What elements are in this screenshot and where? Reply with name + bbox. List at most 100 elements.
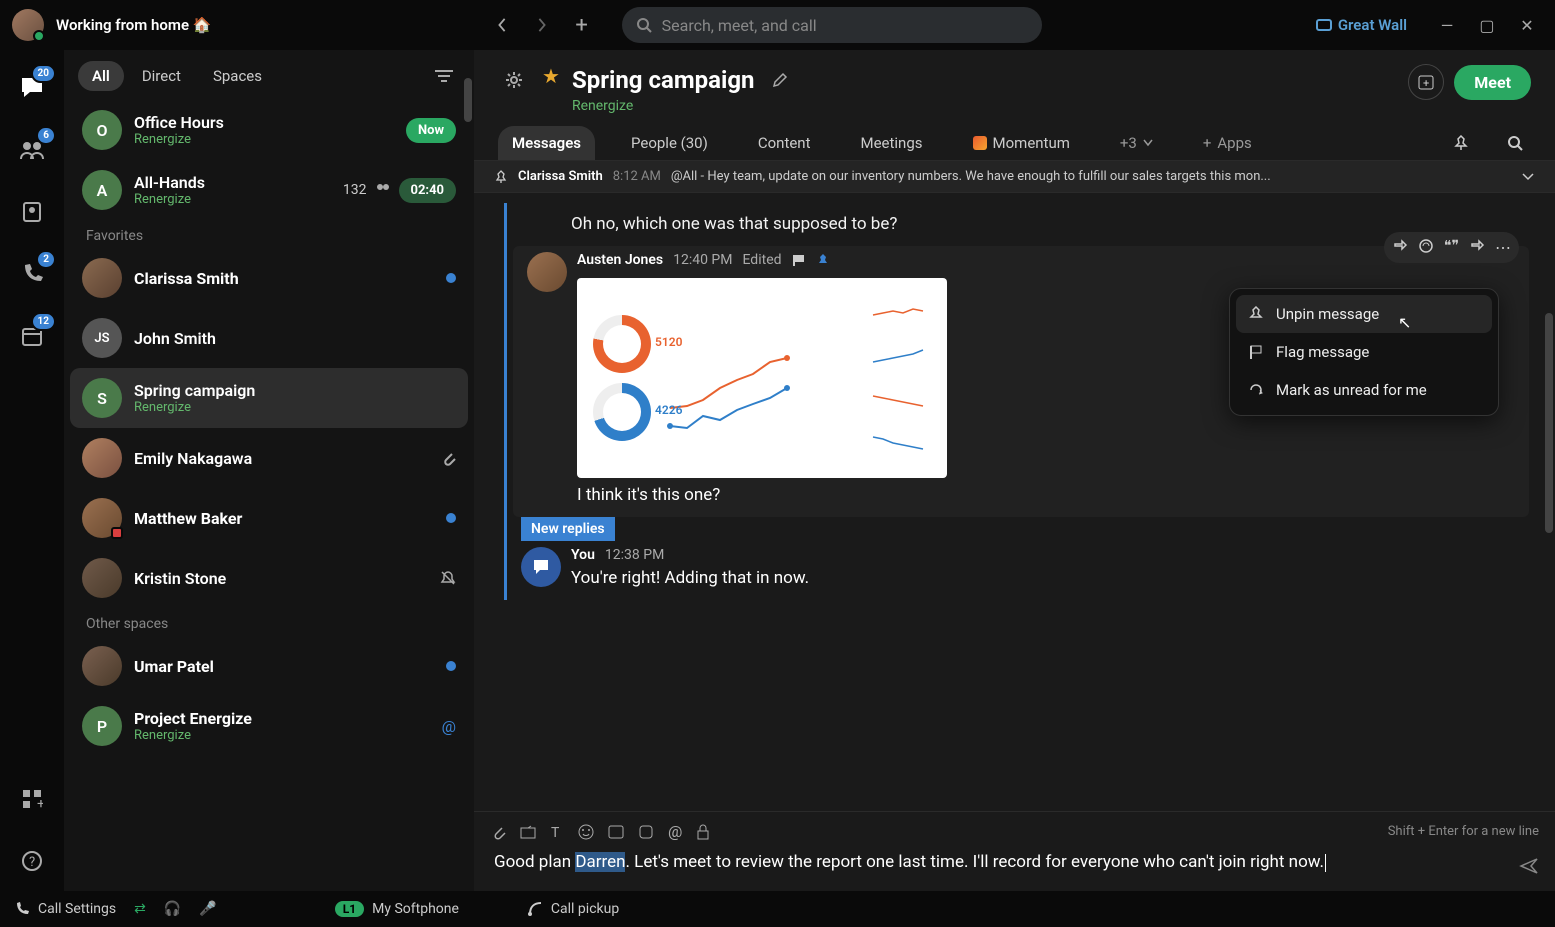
sidebar-item-matthew[interactable]: Matthew Baker	[70, 488, 468, 548]
sidebar-scrollbar[interactable]	[464, 50, 472, 891]
composer-text: . Let's meet to review the report one la…	[625, 852, 1324, 872]
channel-tab-momentum[interactable]: Momentum	[959, 126, 1084, 160]
forward-button[interactable]	[1469, 238, 1485, 257]
channel-settings-button[interactable]	[498, 64, 530, 96]
pinned-time: 8:12 AM	[613, 169, 661, 184]
chevron-down-icon	[1143, 139, 1153, 147]
channel-tab-people[interactable]: People (30)	[617, 126, 722, 160]
close-button[interactable]: ✕	[1511, 9, 1543, 41]
message-sender: You	[571, 547, 595, 563]
flag-icon	[792, 253, 806, 267]
gif-icon	[608, 825, 624, 839]
menu-flag[interactable]: Flag message	[1236, 333, 1492, 371]
attach-button[interactable]	[490, 824, 506, 840]
emoji-button[interactable]	[578, 824, 594, 840]
conversation-name: All-Hands	[134, 173, 331, 192]
sidebar-item-john[interactable]: JS John Smith	[70, 308, 468, 368]
rail-chat-button[interactable]: 20	[12, 68, 52, 108]
global-search-input[interactable]: Search, meet, and call	[622, 7, 1042, 43]
tab-all[interactable]: All	[78, 61, 124, 91]
org-name: Great Wall	[1338, 16, 1407, 34]
message-item[interactable]: Oh no, which one was that supposed to be…	[507, 203, 1535, 246]
nav-back-button[interactable]	[486, 9, 518, 41]
schedule-meeting-button[interactable]: +	[1408, 64, 1444, 100]
favorite-star-icon[interactable]: ★	[542, 64, 560, 88]
channel-tab-add-apps[interactable]: + Apps	[1189, 126, 1266, 160]
search-in-space-button[interactable]	[1499, 127, 1531, 159]
format-button[interactable]: T	[550, 824, 564, 840]
sidebar-item-project-energize[interactable]: P Project Energize Renergize @	[70, 696, 468, 756]
meet-button[interactable]: Meet	[1454, 65, 1531, 100]
pencil-icon	[772, 72, 788, 88]
menu-mark-unread[interactable]: Mark as unread for me	[1236, 371, 1492, 409]
sidebar: All Direct Spaces O Office Hours Renergi…	[64, 50, 474, 891]
menu-unpin[interactable]: Unpin message	[1236, 295, 1492, 333]
lock-button[interactable]	[696, 824, 710, 840]
gif-button[interactable]	[608, 825, 624, 839]
filter-button[interactable]	[428, 60, 460, 92]
message-item[interactable]: You 12:38 PM You're right! Adding that i…	[507, 541, 1535, 600]
sparkline	[871, 388, 926, 412]
pin-icon	[1453, 135, 1469, 151]
chart-attachment[interactable]: 5120 4226	[577, 278, 947, 478]
sidebar-item-clarissa[interactable]: Clarissa Smith	[70, 248, 468, 308]
screenshot-button[interactable]	[520, 825, 536, 839]
maximize-button[interactable]: ▢	[1471, 9, 1503, 41]
tab-direct[interactable]: Direct	[128, 61, 195, 91]
rail-calls-button[interactable]: 2	[12, 254, 52, 294]
composer-input[interactable]: Good plan Darren. Let's meet to review t…	[490, 847, 1539, 879]
rail-contacts-button[interactable]	[12, 192, 52, 232]
more-count: +3	[1120, 134, 1137, 152]
sidebar-item-all-hands[interactable]: A All-Hands Renergize 132 02:40	[70, 160, 468, 220]
more-actions-button[interactable]: ⋯	[1495, 238, 1511, 257]
rail-people-button[interactable]: 6	[12, 130, 52, 170]
softphone-selector[interactable]: L1 My Softphone	[335, 901, 459, 917]
react-button[interactable]	[1392, 238, 1408, 257]
user-status[interactable]: Working from home 🏠	[56, 16, 211, 34]
sidebar-item-spring-campaign[interactable]: S Spring campaign Renergize	[70, 368, 468, 428]
conversation-org: Renergize	[134, 192, 331, 207]
sidebar-item-kristin[interactable]: Kristin Stone	[70, 548, 468, 608]
user-avatar[interactable]	[12, 9, 44, 41]
call-pickup-button[interactable]: Call pickup	[527, 901, 619, 917]
edited-label: Edited	[742, 252, 781, 268]
sidebar-item-umar[interactable]: Umar Patel	[70, 636, 468, 696]
edit-title-button[interactable]	[764, 64, 796, 96]
quote-button[interactable]: ❝❞	[1444, 238, 1459, 257]
nav-forward-button[interactable]	[526, 9, 558, 41]
sticker-button[interactable]	[638, 824, 654, 840]
microphone-icon[interactable]: 🎤	[199, 901, 216, 917]
calendar-badge-count: 12	[31, 312, 56, 331]
message-item[interactable]: Austen Jones 12:40 PM Edited 5120 4226	[513, 246, 1529, 517]
messages-scrollbar[interactable]	[1545, 193, 1553, 811]
rail-help-button[interactable]: ?	[12, 841, 52, 881]
channel-tab-content[interactable]: Content	[744, 126, 825, 160]
conversation-org: Renergize	[134, 400, 456, 415]
sidebar-item-emily[interactable]: Emily Nakagawa	[70, 428, 468, 488]
chevron-down-icon[interactable]	[1521, 172, 1535, 182]
call-settings-button[interactable]: Call Settings	[14, 901, 116, 917]
call-forward-icon[interactable]: ⇄	[134, 901, 146, 917]
calls-badge-count: 2	[36, 250, 56, 269]
start-thread-button[interactable]	[1418, 238, 1434, 257]
new-button[interactable]: +	[566, 9, 598, 41]
pinned-message-bar[interactable]: Clarissa Smith 8:12 AM @All - Hey team, …	[474, 161, 1555, 193]
org-switcher[interactable]: Great Wall	[1316, 16, 1407, 34]
minimize-button[interactable]: —	[1431, 9, 1463, 41]
channel-tab-more[interactable]: +3	[1106, 126, 1167, 160]
tab-spaces[interactable]: Spaces	[199, 61, 276, 91]
channel-title: Spring campaign	[572, 66, 755, 94]
rail-apps-button[interactable]: +	[12, 779, 52, 819]
pin-toggle-button[interactable]	[1445, 127, 1477, 159]
send-button[interactable]	[1519, 857, 1539, 875]
channel-tab-meetings[interactable]: Meetings	[847, 126, 937, 160]
channel-org: Renergize	[572, 98, 797, 114]
people-count-icon	[375, 183, 391, 197]
sidebar-item-office-hours[interactable]: O Office Hours Renergize Now	[70, 100, 468, 160]
mention-button[interactable]: @	[668, 822, 682, 841]
headset-icon[interactable]: 🎧	[164, 901, 181, 917]
rail-calendar-button[interactable]: 12	[12, 316, 52, 356]
user-avatar	[82, 498, 122, 538]
channel-tab-messages[interactable]: Messages	[498, 126, 595, 160]
user-avatar	[82, 258, 122, 298]
